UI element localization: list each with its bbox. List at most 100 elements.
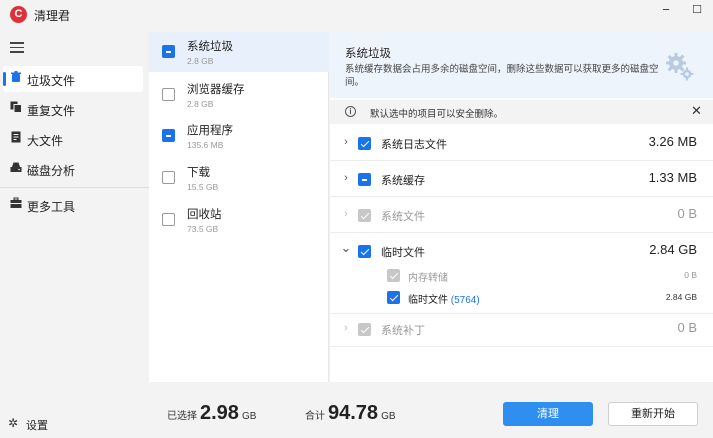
subrow-name: 临时文件 (5764) (408, 295, 480, 306)
row-name: 系统日志文件 (381, 139, 447, 151)
row-checkbox[interactable] (358, 137, 371, 150)
trash-icon (9, 71, 22, 84)
subrow-checkbox[interactable] (387, 291, 400, 304)
selected-label: 已选择 (167, 411, 197, 422)
row-checkbox (358, 209, 371, 222)
app-logo-icon: C (10, 6, 27, 23)
close-icon[interactable]: ✕ (691, 103, 702, 119)
category-item-recycle-bin[interactable]: 回收站 73.5 GB (149, 200, 329, 240)
disk-icon (9, 161, 22, 174)
file-icon (9, 131, 22, 144)
category-checkbox[interactable] (162, 213, 175, 226)
junk-subrow-temp-files[interactable]: 临时文件 (5764) 2.84 GB (330, 286, 713, 314)
row-checkbox (358, 323, 371, 336)
active-indicator (3, 72, 6, 86)
sidebar-item-label: 垃圾文件 (27, 74, 76, 88)
category-list: 系统垃圾 2.8 GB 浏览器缓存 2.8 GB 应用程序 135.6 MB 下… (149, 32, 329, 382)
sidebar-item-junk-files[interactable]: 垃圾文件 (3, 66, 143, 92)
category-name: 应用程序 (187, 125, 233, 137)
junk-row-system-logs[interactable]: › 系统日志文件 3.26 MB (330, 125, 713, 161)
restart-button[interactable]: 重新开始 (608, 402, 698, 426)
category-size: 135.6 MB (187, 140, 224, 150)
sidebar-item-large-files[interactable]: 大文件 (3, 126, 143, 152)
row-size: 0 B (677, 320, 697, 335)
category-name: 下载 (187, 167, 210, 179)
category-name: 回收站 (187, 209, 222, 221)
gears-icon (665, 52, 695, 82)
category-size: 15.5 GB (187, 182, 219, 192)
category-item-browser-cache[interactable]: 浏览器缓存 2.8 GB (149, 75, 329, 115)
subrow-size: 0 B (684, 270, 697, 280)
info-notice: i 默认选中的项目可以安全删除。 ✕ (330, 100, 713, 124)
junk-subrow-memory-dump: 内存转储 0 B (330, 264, 713, 288)
sidebar-divider (0, 187, 149, 188)
clean-button[interactable]: 清理 (503, 402, 593, 426)
sidebar-item-label: 大文件 (27, 134, 64, 148)
selected-unit: GB (241, 411, 257, 422)
footer-bar: 已选择 2.98 GB 合计 94.78 GB 清理 重新开始 (149, 382, 713, 438)
row-size: 3.26 MB (648, 134, 697, 149)
category-checkbox[interactable] (162, 129, 175, 142)
detail-panel: 系统垃圾 系统缓存数据会占用多余的磁盘空间，删除这些数据可以获取更多的磁盘空间。 (330, 32, 713, 382)
total-stat: 合计 94.78 GB (305, 402, 396, 425)
total-label: 合计 (305, 411, 325, 422)
row-size: 1.33 MB (648, 170, 697, 185)
detail-title: 系统垃圾 (345, 48, 391, 60)
row-checkbox[interactable] (358, 245, 371, 258)
category-item-downloads[interactable]: 下载 15.5 GB (149, 158, 329, 198)
category-item-system-junk[interactable]: 系统垃圾 2.8 GB (149, 32, 329, 72)
total-unit: GB (381, 411, 396, 422)
app-title: 清理君 (34, 9, 71, 23)
duplicate-icon (9, 101, 22, 114)
total-value: 94.78 (328, 402, 379, 424)
row-size: 2.84 GB (649, 242, 697, 257)
category-name: 系统垃圾 (187, 41, 233, 53)
menu-icon[interactable] (10, 42, 24, 54)
title-bar: C 清理君 − ☐ (0, 0, 713, 32)
toolbox-icon (9, 197, 22, 210)
gear-icon: ✲ (8, 416, 19, 430)
maximize-button[interactable]: ☐ (682, 0, 712, 22)
chevron-right-icon[interactable]: › (340, 136, 352, 148)
category-item-applications[interactable]: 应用程序 135.6 MB (149, 116, 329, 156)
selected-stat: 已选择 2.98 GB (167, 402, 256, 425)
junk-row-system-cache[interactable]: › 系统缓存 1.33 MB (330, 161, 713, 197)
category-size: 73.5 GB (187, 224, 219, 234)
detail-description: 系统缓存数据会占用多余的磁盘空间，删除这些数据可以获取更多的磁盘空间。 (345, 64, 659, 88)
category-checkbox[interactable] (162, 45, 175, 58)
subrow-name: 内存转储 (408, 273, 448, 284)
category-size: 2.8 GB (187, 56, 214, 66)
info-icon: i (345, 106, 356, 117)
sidebar-item-duplicate-files[interactable]: 重复文件 (3, 96, 143, 122)
row-checkbox[interactable] (358, 173, 371, 186)
sidebar-item-label: 磁盘分析 (27, 164, 76, 178)
chevron-right-icon: › (344, 208, 348, 220)
sidebar-item-label: 更多工具 (27, 200, 76, 214)
subrow-count: (5764) (450, 295, 480, 306)
settings-label: 设置 (26, 420, 48, 432)
category-checkbox[interactable] (162, 88, 175, 101)
detail-header: 系统垃圾 系统缓存数据会占用多余的磁盘空间，删除这些数据可以获取更多的磁盘空间。 (330, 32, 713, 98)
notice-text: 默认选中的项目可以安全删除。 (370, 109, 504, 120)
row-name: 系统文件 (381, 211, 425, 223)
row-name: 临时文件 (381, 247, 425, 259)
subrow-size: 2.84 GB (665, 292, 697, 302)
sidebar-item-label: 重复文件 (27, 104, 76, 118)
minimize-button[interactable]: − (651, 0, 681, 22)
junk-row-system-patches: › 系统补丁 0 B (330, 311, 713, 347)
sidebar: 垃圾文件 重复文件 大文件 磁盘分析 更多工具 (0, 32, 149, 438)
junk-row-system-files: › 系统文件 0 B (330, 197, 713, 233)
chevron-right-icon[interactable]: › (340, 172, 352, 184)
selected-value: 2.98 (200, 402, 239, 424)
chevron-right-icon: › (344, 322, 348, 334)
subrow-checkbox (387, 269, 400, 282)
category-size: 2.8 GB (187, 99, 214, 109)
category-name: 浏览器缓存 (187, 84, 245, 96)
sidebar-item-disk-analysis[interactable]: 磁盘分析 (3, 156, 143, 182)
row-name: 系统缓存 (381, 175, 425, 187)
row-name: 系统补丁 (381, 325, 425, 337)
sidebar-item-more-tools[interactable]: 更多工具 (3, 192, 143, 218)
row-size: 0 B (677, 206, 697, 221)
category-checkbox[interactable] (162, 171, 175, 184)
chevron-down-icon[interactable]: ⌄ (340, 240, 352, 256)
